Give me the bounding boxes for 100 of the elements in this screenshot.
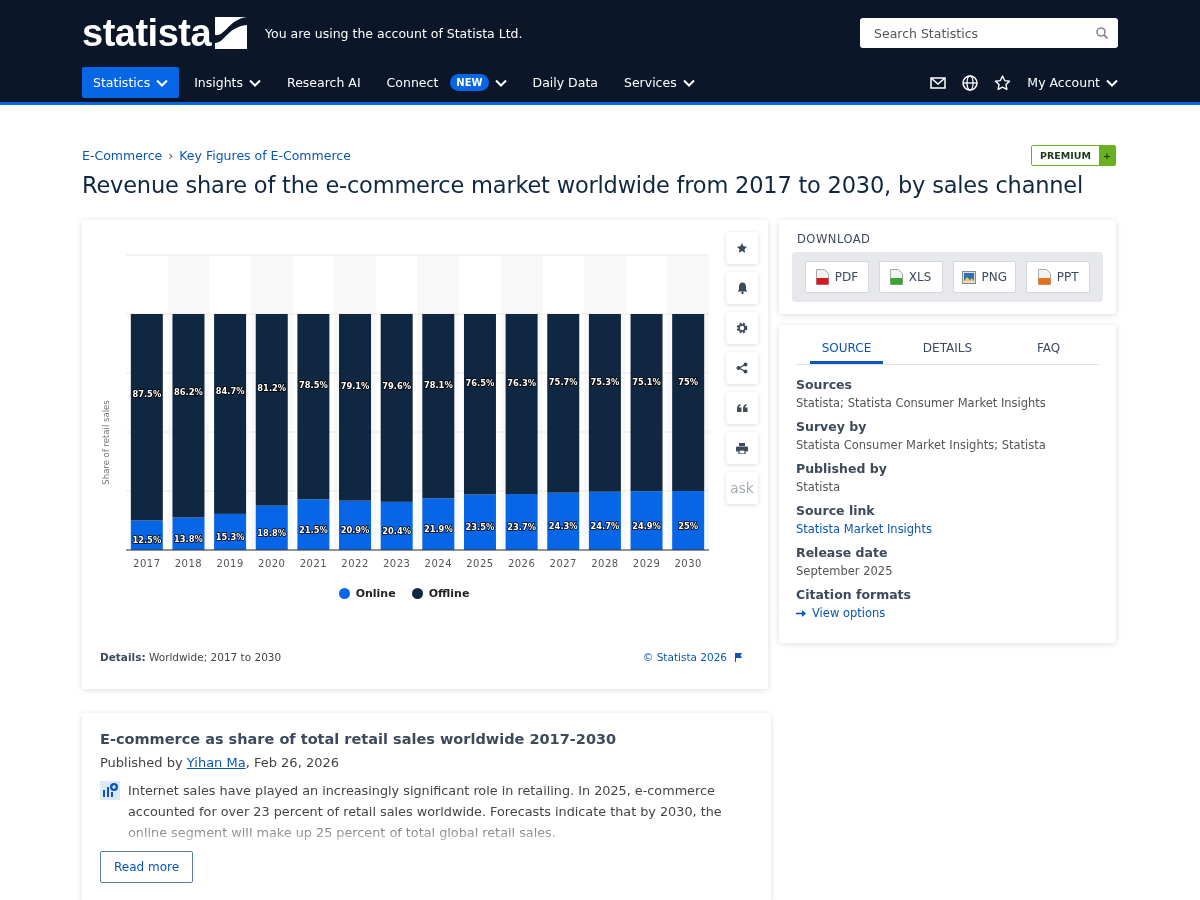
axis-label: 2022 (341, 558, 369, 569)
data-label: 23.7% (507, 522, 536, 533)
data-label: 76.3% (507, 378, 536, 389)
legend-label: Online (355, 587, 396, 600)
axis-label: 2019 (216, 558, 244, 569)
download-button[interactable]: XLS (878, 261, 943, 293)
download-heading: DOWNLOAD (797, 232, 872, 246)
source-link[interactable]: Statista Market Insights (796, 522, 932, 536)
panel-tab[interactable]: FAQ (1012, 337, 1085, 364)
logo-mark-icon[interactable] (215, 17, 248, 49)
data-label: 78.5% (299, 380, 328, 391)
logo[interactable]: statista (82, 11, 212, 55)
quote-icon (736, 404, 748, 412)
data-label: 75.1% (632, 376, 661, 387)
data-label: 75.3% (590, 377, 620, 388)
view-options-link[interactable]: View options (812, 606, 886, 620)
printer-icon (736, 442, 748, 454)
field-label: Published by (796, 461, 888, 476)
image-file-icon (961, 270, 976, 284)
article-summary: Internet sales have played an increasingly significant role in retailing. In 2025, e-commerce accounted for over 23 percent of retail sales worldwide. Forecasts indicate that by 2030, the online segment will make up 25 percent of total global retail sales. (128, 782, 723, 842)
data-label: 15.3% (215, 531, 245, 542)
data-label: 25% (678, 520, 699, 531)
field-value: Statista; Statista Consumer Market Insights (796, 396, 1047, 410)
breadcrumb-link[interactable]: Key Figures of E-Commerce (179, 148, 351, 163)
axis-label: 2028 (591, 558, 619, 569)
data-label: 76.5% (465, 378, 495, 389)
nav-tab[interactable]: Services (612, 67, 706, 98)
data-label: 79.6% (382, 381, 412, 392)
search-field[interactable]: Search Statistics (860, 18, 1118, 48)
article-title[interactable]: E-commerce as share of total retail sales worldwide 2017-2030 (100, 731, 753, 747)
flag-icon[interactable] (735, 652, 742, 662)
data-label: 86.2% (174, 387, 203, 398)
panel-tab[interactable]: SOURCE (810, 337, 883, 364)
data-label: 79.1% (340, 380, 370, 391)
field-value: Statista Consumer Market Insights; Statista (796, 438, 1047, 452)
data-label: 84.7% (215, 385, 245, 396)
read-more-button[interactable]: Read more (100, 851, 194, 883)
download-button[interactable]: PDF (805, 261, 869, 293)
data-label: 12.5% (132, 535, 162, 546)
download-button[interactable]: PPT (1026, 261, 1090, 293)
share-icon (736, 362, 748, 374)
field-label: Citation formats (796, 587, 913, 602)
axis-label: 2017 (133, 558, 161, 569)
gear-icon (736, 322, 748, 334)
globe-icon[interactable] (962, 74, 979, 91)
nav-tab[interactable]: Research AI (276, 67, 372, 98)
axis-label: 2029 (632, 558, 661, 569)
star-icon[interactable] (994, 74, 1012, 91)
chart-info-icon (100, 781, 120, 800)
copyright-link[interactable]: © Statista 2026 (642, 651, 727, 663)
arrow-right-icon (796, 609, 806, 617)
panel-tab[interactable]: DETAILS (911, 337, 984, 364)
field-label: Sources (796, 377, 853, 392)
search-icon (1096, 27, 1108, 39)
nav-tab[interactable]: Daily Data (521, 67, 609, 98)
axis-label: 2027 (549, 558, 577, 569)
chart-details: Details: Worldwide; 2017 to 2030 (100, 651, 282, 663)
search-input[interactable]: Search Statistics (872, 24, 1096, 42)
account-notice: You are using the account of Statista Ltd. (265, 25, 523, 41)
data-label: 20.4% (382, 525, 412, 536)
mail-icon[interactable] (930, 76, 947, 89)
print-tool-button[interactable] (726, 432, 758, 464)
nav-tab[interactable]: Insights (183, 67, 273, 98)
data-label: 24.7% (590, 520, 620, 531)
axis-label: 2023 (382, 558, 411, 569)
star-tool-button[interactable] (726, 232, 758, 264)
data-label: 23.5% (465, 522, 495, 533)
new-badge: NEW (450, 74, 489, 91)
chevron-down-icon (1106, 78, 1118, 87)
data-label: 75% (678, 376, 699, 387)
data-label: 18.8% (257, 527, 287, 538)
breadcrumb-link[interactable]: E-Commerce (82, 148, 163, 163)
bell-tool-button[interactable] (726, 272, 758, 304)
nav-tab[interactable]: Connect NEW (375, 66, 518, 99)
axis-label: 2020 (258, 558, 286, 569)
gear-tool-button[interactable] (726, 312, 758, 344)
legend-label: Offline (428, 587, 470, 600)
axis-label: 2018 (174, 558, 203, 569)
download-button[interactable]: PNG (952, 261, 1017, 293)
author-link[interactable]: Yihan Ma (186, 755, 246, 770)
axis-label: 2030 (674, 558, 702, 569)
bell-icon (736, 282, 748, 294)
quote-tool-button[interactable] (726, 392, 758, 424)
axis-label: 2024 (424, 558, 453, 569)
data-label: 24.9% (632, 520, 661, 531)
data-label: 75.7% (548, 377, 578, 388)
field-label: Survey by (796, 419, 868, 434)
star-icon (736, 242, 748, 254)
data-label: 21.5% (299, 524, 328, 535)
document-icon (1037, 269, 1051, 285)
share-tool-button[interactable] (726, 352, 758, 384)
nav-tab[interactable]: Statistics (82, 67, 180, 98)
premium-badge: PREMIUM + (1031, 145, 1116, 166)
account-menu[interactable]: My Account (1027, 75, 1118, 90)
axis-label: 2026 (507, 558, 536, 569)
field-label: Source link (796, 503, 876, 518)
byline: Published by Yihan Ma, Feb 26, 2026 (100, 755, 340, 770)
field-value: Statista (796, 480, 842, 494)
data-label: 81.2% (257, 382, 287, 393)
document-icon (889, 269, 903, 285)
